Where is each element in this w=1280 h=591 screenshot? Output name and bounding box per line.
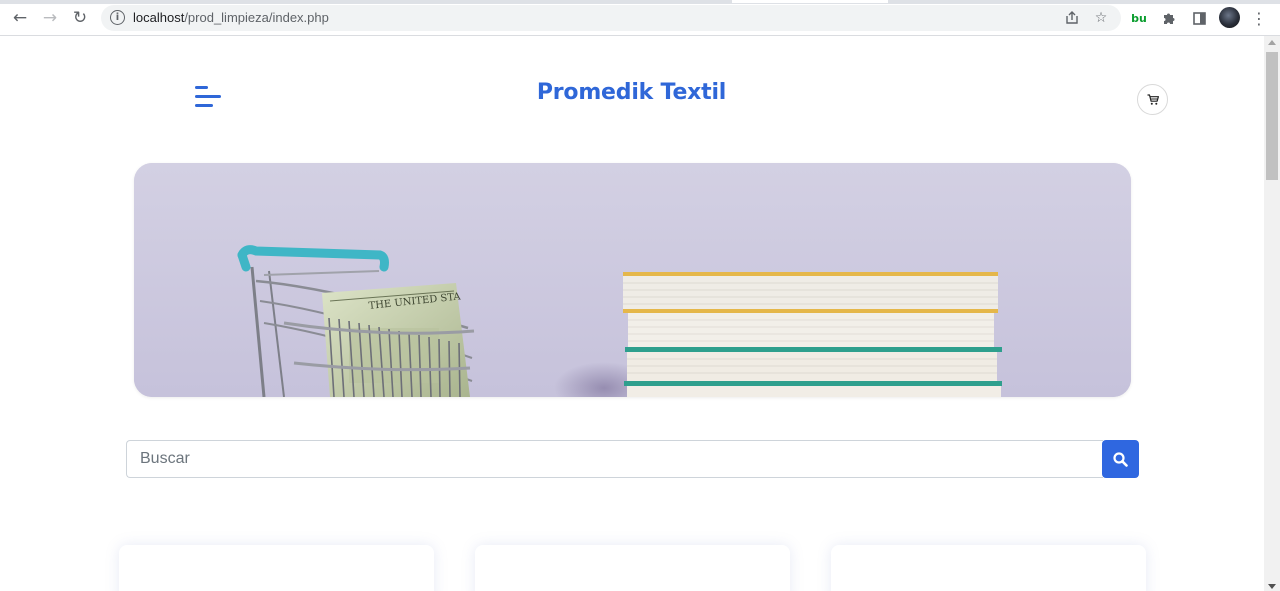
brand-title[interactable]: Promedik Textil <box>460 80 803 105</box>
reload-icon[interactable]: ↻ <box>69 7 91 29</box>
profile-avatar[interactable] <box>1219 7 1240 28</box>
search-input[interactable] <box>126 440 1103 478</box>
product-card[interactable] <box>119 545 434 591</box>
side-panel-icon[interactable] <box>1189 8 1209 28</box>
extensions-puzzle-icon[interactable] <box>1159 8 1179 28</box>
menu-kebab-icon[interactable]: ⋮ <box>1251 8 1267 28</box>
url-host: localhost <box>133 10 185 25</box>
url-text[interactable]: localhost/prod_limpieza/index.php <box>133 10 329 25</box>
search-bar <box>126 440 1139 478</box>
scroll-up-arrow-icon[interactable] <box>1268 40 1276 45</box>
active-tab-edge <box>732 0 888 3</box>
address-bar[interactable]: i localhost/prod_limpieza/index.php ☆ <box>101 5 1121 31</box>
bookmark-star-icon[interactable]: ☆ <box>1092 9 1110 27</box>
scroll-down-arrow-icon[interactable] <box>1268 584 1276 589</box>
forward-arrow-icon[interactable]: → <box>39 7 61 29</box>
browser-toolbar: ← → ↻ i localhost/prod_limpieza/index.ph… <box>0 0 1280 36</box>
url-path: /prod_limpieza/index.php <box>184 10 329 25</box>
search-icon <box>1113 451 1128 467</box>
bu-extension-icon[interactable]: bu <box>1129 8 1149 28</box>
page-scrollbar[interactable] <box>1264 36 1280 591</box>
product-card[interactable] <box>831 545 1146 591</box>
product-card[interactable] <box>475 545 790 591</box>
scrollbar-thumb[interactable] <box>1266 52 1278 180</box>
hero-image: THE UNITED STA <box>134 163 1131 397</box>
back-arrow-icon[interactable]: ← <box>9 7 31 29</box>
cart-button[interactable] <box>1137 84 1168 115</box>
shopping-cart-icon <box>1147 93 1159 105</box>
hamburger-menu-icon[interactable] <box>195 85 223 109</box>
book-stack-illustration <box>623 272 1002 397</box>
tab-strip <box>0 0 1280 4</box>
page-content: Promedik Textil THE UNITED STA Buscar <box>0 36 1264 591</box>
hero-banner: THE UNITED STA <box>134 163 1131 397</box>
search-button[interactable] <box>1102 440 1139 478</box>
site-info-icon[interactable]: i <box>110 10 125 25</box>
share-icon[interactable] <box>1063 9 1081 27</box>
